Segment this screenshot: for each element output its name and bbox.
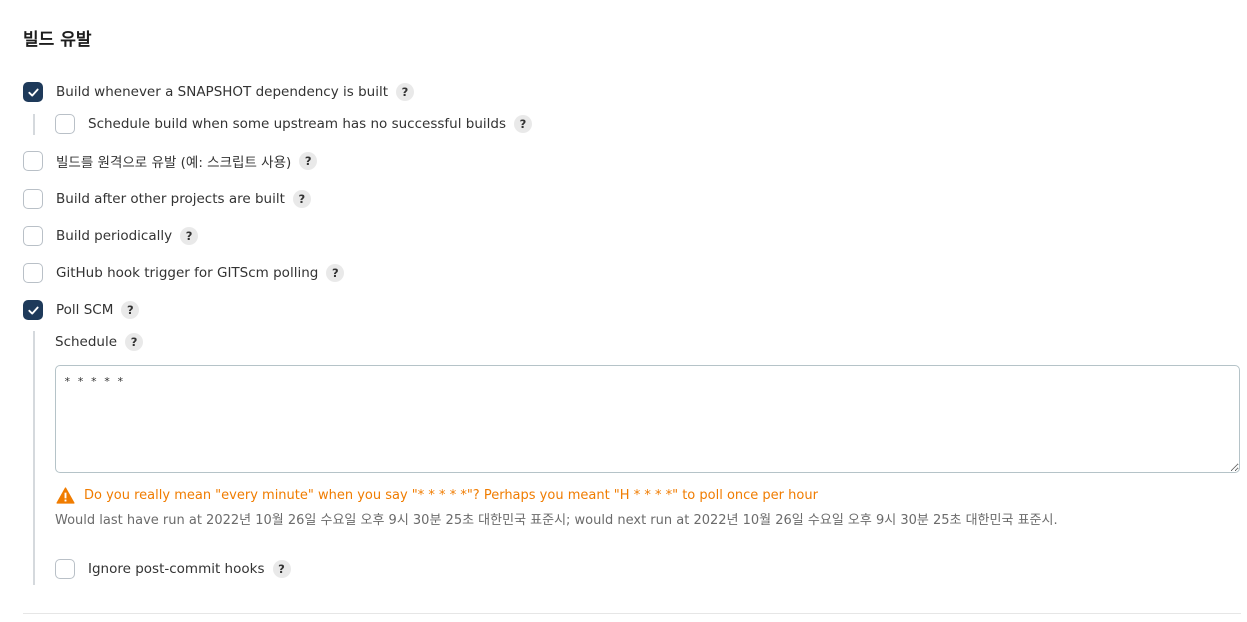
- ignore-post-commit-hooks-checkbox[interactable]: [55, 559, 75, 579]
- check-icon: [27, 306, 39, 314]
- trigger-periodically: Build periodically ?: [23, 225, 199, 247]
- remote-trigger-checkbox[interactable]: [23, 151, 43, 171]
- schedule-label: Schedule: [55, 334, 118, 350]
- check-icon: [27, 88, 39, 96]
- nested-indent-line: [33, 114, 35, 135]
- ignore-post-commit-hooks-label[interactable]: Ignore post-commit hooks: [88, 561, 265, 577]
- trigger-snapshot-dependency: Build whenever a SNAPSHOT dependency is …: [23, 81, 415, 103]
- section-divider: [23, 613, 1241, 614]
- trigger-after-other-projects: Build after other projects are built ?: [23, 188, 311, 210]
- warning-icon: [56, 487, 75, 504]
- after-other-projects-label[interactable]: Build after other projects are built: [56, 191, 285, 207]
- help-icon[interactable]: ?: [121, 301, 140, 319]
- poll-scm-indent-line: [33, 331, 35, 585]
- github-hook-checkbox[interactable]: [23, 263, 43, 283]
- trigger-github-hook: GitHub hook trigger for GITScm polling ?: [23, 262, 345, 284]
- help-icon[interactable]: ?: [272, 560, 291, 578]
- schedule-run-info: Would last have run at 2022년 10월 26일 수요일…: [55, 513, 1058, 528]
- section-title: 빌드 유발: [23, 30, 92, 50]
- periodically-checkbox[interactable]: [23, 226, 43, 246]
- help-icon[interactable]: ?: [396, 83, 415, 101]
- help-icon[interactable]: ?: [326, 264, 345, 282]
- trigger-remote: 빌드를 원격으로 유발 (예: 스크립트 사용) ?: [23, 150, 318, 172]
- periodically-label[interactable]: Build periodically: [56, 228, 172, 244]
- help-icon[interactable]: ?: [180, 227, 199, 245]
- snapshot-dependency-checkbox[interactable]: [23, 82, 43, 102]
- poll-scm-checkbox[interactable]: [23, 300, 43, 320]
- after-other-projects-checkbox[interactable]: [23, 189, 43, 209]
- snapshot-dependency-label[interactable]: Build whenever a SNAPSHOT dependency is …: [56, 84, 388, 100]
- help-icon[interactable]: ?: [299, 152, 318, 170]
- upstream-no-success-checkbox[interactable]: [55, 114, 75, 134]
- warning-text: Do you really mean "every minute" when y…: [84, 488, 818, 503]
- github-hook-label[interactable]: GitHub hook trigger for GITScm polling: [56, 265, 318, 281]
- help-icon[interactable]: ?: [292, 190, 311, 208]
- schedule-textarea[interactable]: [55, 365, 1240, 473]
- help-icon[interactable]: ?: [513, 115, 532, 133]
- trigger-upstream-no-success: Schedule build when some upstream has no…: [55, 113, 532, 135]
- schedule-field-label: Schedule ?: [55, 331, 144, 353]
- ignore-post-commit-hooks: Ignore post-commit hooks ?: [55, 558, 291, 580]
- upstream-no-success-label[interactable]: Schedule build when some upstream has no…: [88, 116, 506, 132]
- poll-scm-label[interactable]: Poll SCM: [56, 302, 113, 318]
- remote-trigger-label[interactable]: 빌드를 원격으로 유발 (예: 스크립트 사용): [56, 151, 291, 171]
- schedule-warning: Do you really mean "every minute" when y…: [56, 487, 818, 504]
- help-icon[interactable]: ?: [125, 333, 144, 351]
- trigger-poll-scm: Poll SCM ?: [23, 299, 140, 321]
